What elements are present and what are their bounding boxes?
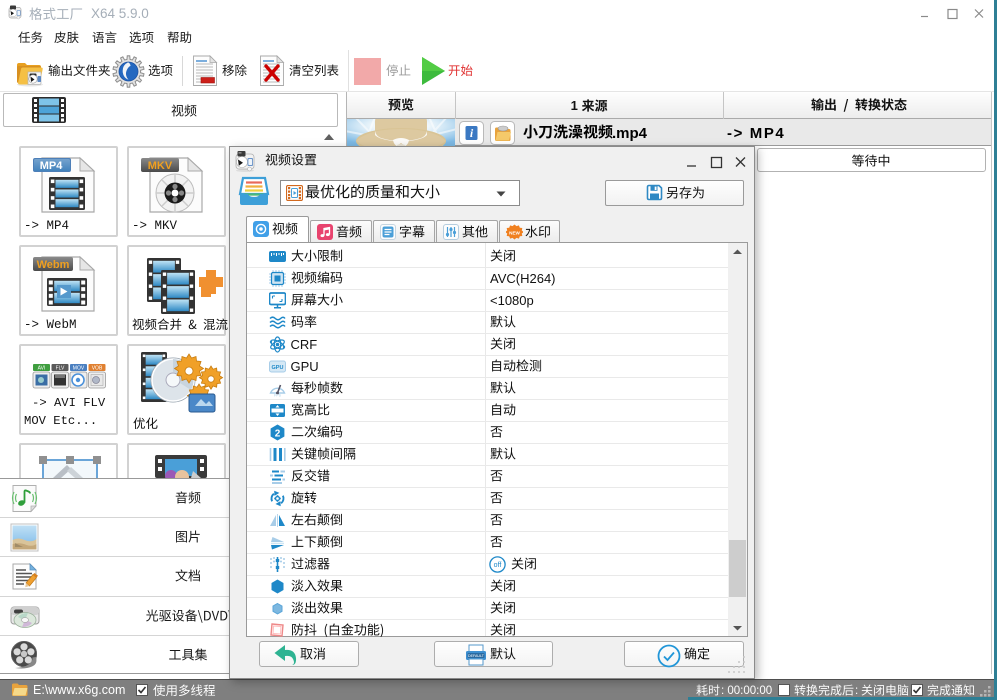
svg-text:Webm: Webm — [37, 259, 70, 271]
svg-text:MOV: MOV — [73, 366, 85, 372]
svg-text:FLV: FLV — [56, 366, 65, 372]
svg-text:off: off — [494, 562, 502, 569]
svg-text:MP4: MP4 — [40, 160, 64, 172]
svg-text:AVI: AVI — [38, 366, 46, 372]
svg-text:2: 2 — [275, 428, 281, 439]
svg-text:MKV: MKV — [148, 160, 173, 172]
svg-text:VOB: VOB — [92, 366, 103, 372]
svg-text:DEFAULT: DEFAULT — [468, 654, 485, 658]
svg-text:GPU: GPU — [272, 365, 284, 371]
svg-text:FPS: FPS — [274, 393, 281, 397]
svg-text:NEW: NEW — [509, 231, 520, 236]
